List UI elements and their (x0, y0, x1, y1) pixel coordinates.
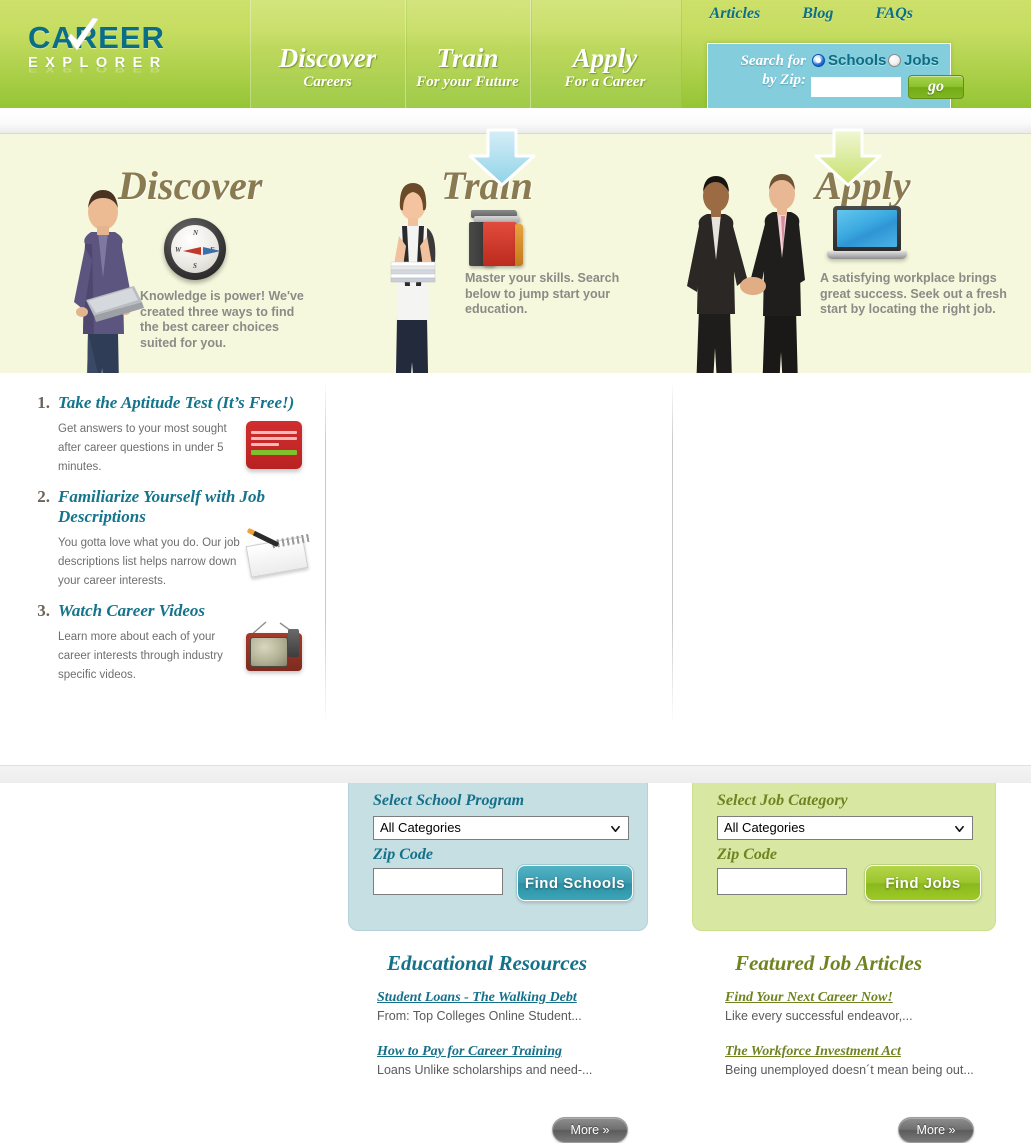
radio-jobs-label: Jobs (904, 52, 940, 69)
nav-item-train-subtitle: For your Future (416, 74, 519, 90)
educational-resources-list: Student Loans - The Walking Debt From: T… (377, 988, 677, 1096)
radio-schools[interactable]: Schools (812, 52, 886, 69)
featured-job-articles-list: Find Your Next Career Now! Like every su… (725, 988, 1025, 1096)
column-divider-right (672, 381, 673, 726)
site-logo[interactable]: CAREER EXPLORER EXPLORER (28, 18, 228, 92)
list-item: Find Your Next Career Now! Like every su… (725, 988, 1025, 1025)
job-category-label: Select Job Category (717, 792, 848, 809)
radio-schools-dot[interactable] (812, 54, 825, 67)
find-jobs-panel: Select Job Category All Categories Zip C… (692, 771, 996, 931)
hero-column-discover: Discover N E S W Knowledge is power! We'… (0, 134, 345, 470)
job-article-link-2[interactable]: The Workforce Investment Act (725, 1043, 901, 1060)
nav-item-apply-subtitle: For a Career (564, 74, 646, 90)
step-1-body: Get answers to your most sought after ca… (58, 423, 227, 473)
aptitude-test-form-icon (246, 421, 302, 469)
job-zip-input[interactable] (717, 868, 847, 895)
logo-reflection: EXPLORER (28, 63, 168, 74)
hero-desc-train: Master your skills. Search below to jump… (465, 271, 620, 316)
find-schools-panel: Select School Program All Categories Zip… (348, 771, 648, 931)
stack-of-books-icon (467, 204, 527, 266)
column-divider-left (325, 381, 326, 726)
step-2-title[interactable]: Familiarize Yourself with Job Descriptio… (58, 487, 318, 527)
compass-letter-n: N (193, 229, 199, 237)
radio-jobs-dot[interactable] (888, 54, 901, 67)
search-label-line2: by Zip: (762, 72, 806, 88)
list-item: How to Pay for Career Training Loans Unl… (377, 1042, 677, 1079)
nav-item-discover[interactable]: Discover Careers (250, 0, 405, 108)
list-item: Student Loans - The Walking Debt From: T… (377, 988, 677, 1025)
job-article-link-1[interactable]: Find Your Next Career Now! (725, 989, 893, 1006)
logo-text-career: CAREER (28, 20, 165, 55)
nav-item-apply[interactable]: Apply For a Career (530, 0, 680, 108)
radio-jobs[interactable]: Jobs (888, 52, 939, 69)
step-1-title[interactable]: Take the Aptitude Test (It’s Free!) (58, 393, 318, 413)
link-blog[interactable]: Blog (802, 5, 833, 23)
job-zip-label: Zip Code (717, 846, 777, 863)
nav-item-apply-title: Apply (572, 43, 638, 73)
educational-resources-more-button[interactable]: More » (552, 1117, 628, 1143)
step-1-number: 1. (37, 393, 50, 412)
job-category-value: All Categories (724, 820, 805, 835)
main-content: 1. Take the Aptitude Test (It’s Free!) G… (0, 373, 1031, 1143)
job-article-snippet-2: Being unemployed doesn´t mean being out.… (725, 1063, 974, 1077)
header-go-button[interactable]: go (908, 75, 964, 99)
find-schools-button[interactable]: Find Schools (517, 865, 633, 901)
job-category-select[interactable]: All Categories (717, 816, 973, 840)
down-arrow-green-icon (814, 128, 882, 187)
step-item-2: 2. Familiarize Yourself with Job Descrip… (28, 487, 318, 591)
educational-resource-link-1[interactable]: Student Loans - The Walking Debt (377, 989, 577, 1006)
school-program-value: All Categories (380, 820, 461, 835)
steps-list: 1. Take the Aptitude Test (It’s Free!) G… (28, 393, 318, 695)
step-3-body: Learn more about each of your career int… (58, 631, 223, 681)
header-search-widget: Search for by Zip: Schools Jobs go (707, 43, 964, 108)
notepad-and-pen-icon (245, 527, 311, 578)
school-zip-label: Zip Code (373, 846, 433, 863)
link-articles[interactable]: Articles (710, 5, 761, 23)
footer-strip (0, 765, 1031, 783)
step-2-body: You gotta love what you do. Our job desc… (58, 537, 240, 587)
educational-resources-heading: Educational Resources (387, 951, 588, 975)
header-zip-input[interactable] (811, 77, 901, 97)
step-3-title[interactable]: Watch Career Videos (58, 601, 318, 621)
nav-item-train-title: Train (436, 43, 499, 73)
educational-resource-link-2[interactable]: How to Pay for Career Training (377, 1043, 562, 1060)
television-icon (244, 621, 304, 673)
chevron-down-icon (955, 825, 964, 833)
nav-item-discover-subtitle: Careers (303, 74, 352, 90)
site-header: CAREER EXPLORER EXPLORER Discover Career… (0, 0, 1031, 108)
job-article-snippet-1: Like every successful endeavor,... (725, 1009, 913, 1023)
featured-job-articles-more-button[interactable]: More » (898, 1117, 974, 1143)
search-label-line1: Search for (740, 53, 806, 69)
educational-resource-snippet-2: Loans Unlike scholarships and need-... (377, 1063, 593, 1077)
school-zip-input[interactable] (373, 868, 503, 895)
laptop-icon (827, 206, 907, 264)
school-program-label: Select School Program (373, 792, 525, 809)
check-icon (67, 18, 99, 51)
educational-resource-snippet-1: From: Top Colleges Online Student... (377, 1009, 582, 1023)
hero-section: Discover N E S W Knowledge is power! We'… (0, 128, 1031, 470)
compass-icon: N E S W (164, 218, 226, 280)
step-item-3: 3. Watch Career Videos Learn more about … (28, 601, 318, 685)
compass-letter-w: W (175, 246, 182, 254)
hero-desc-discover: Knowledge is power! We've created three … (140, 289, 304, 350)
chevron-down-icon (611, 825, 620, 833)
school-program-select[interactable]: All Categories (373, 816, 629, 840)
nav-item-train[interactable]: Train For your Future (405, 0, 530, 108)
hero-desc-apply: A satisfying workplace brings great succ… (820, 271, 1007, 316)
find-jobs-button[interactable]: Find Jobs (865, 865, 981, 901)
link-faqs[interactable]: FAQs (875, 5, 913, 23)
featured-job-articles-heading: Featured Job Articles (735, 951, 923, 975)
step-3-number: 3. (37, 601, 50, 620)
step-2-number: 2. (37, 487, 50, 506)
nav-item-discover-title: Discover (278, 43, 377, 73)
search-label: Search for by Zip: (718, 52, 806, 90)
utility-links: Articles Blog FAQs (710, 5, 913, 23)
step-item-1: 1. Take the Aptitude Test (It’s Free!) G… (28, 393, 318, 477)
list-item: The Workforce Investment Act Being unemp… (725, 1042, 1025, 1079)
radio-schools-label: Schools (828, 52, 887, 69)
compass-letter-s: S (193, 262, 197, 270)
down-arrow-blue-icon (468, 128, 536, 187)
